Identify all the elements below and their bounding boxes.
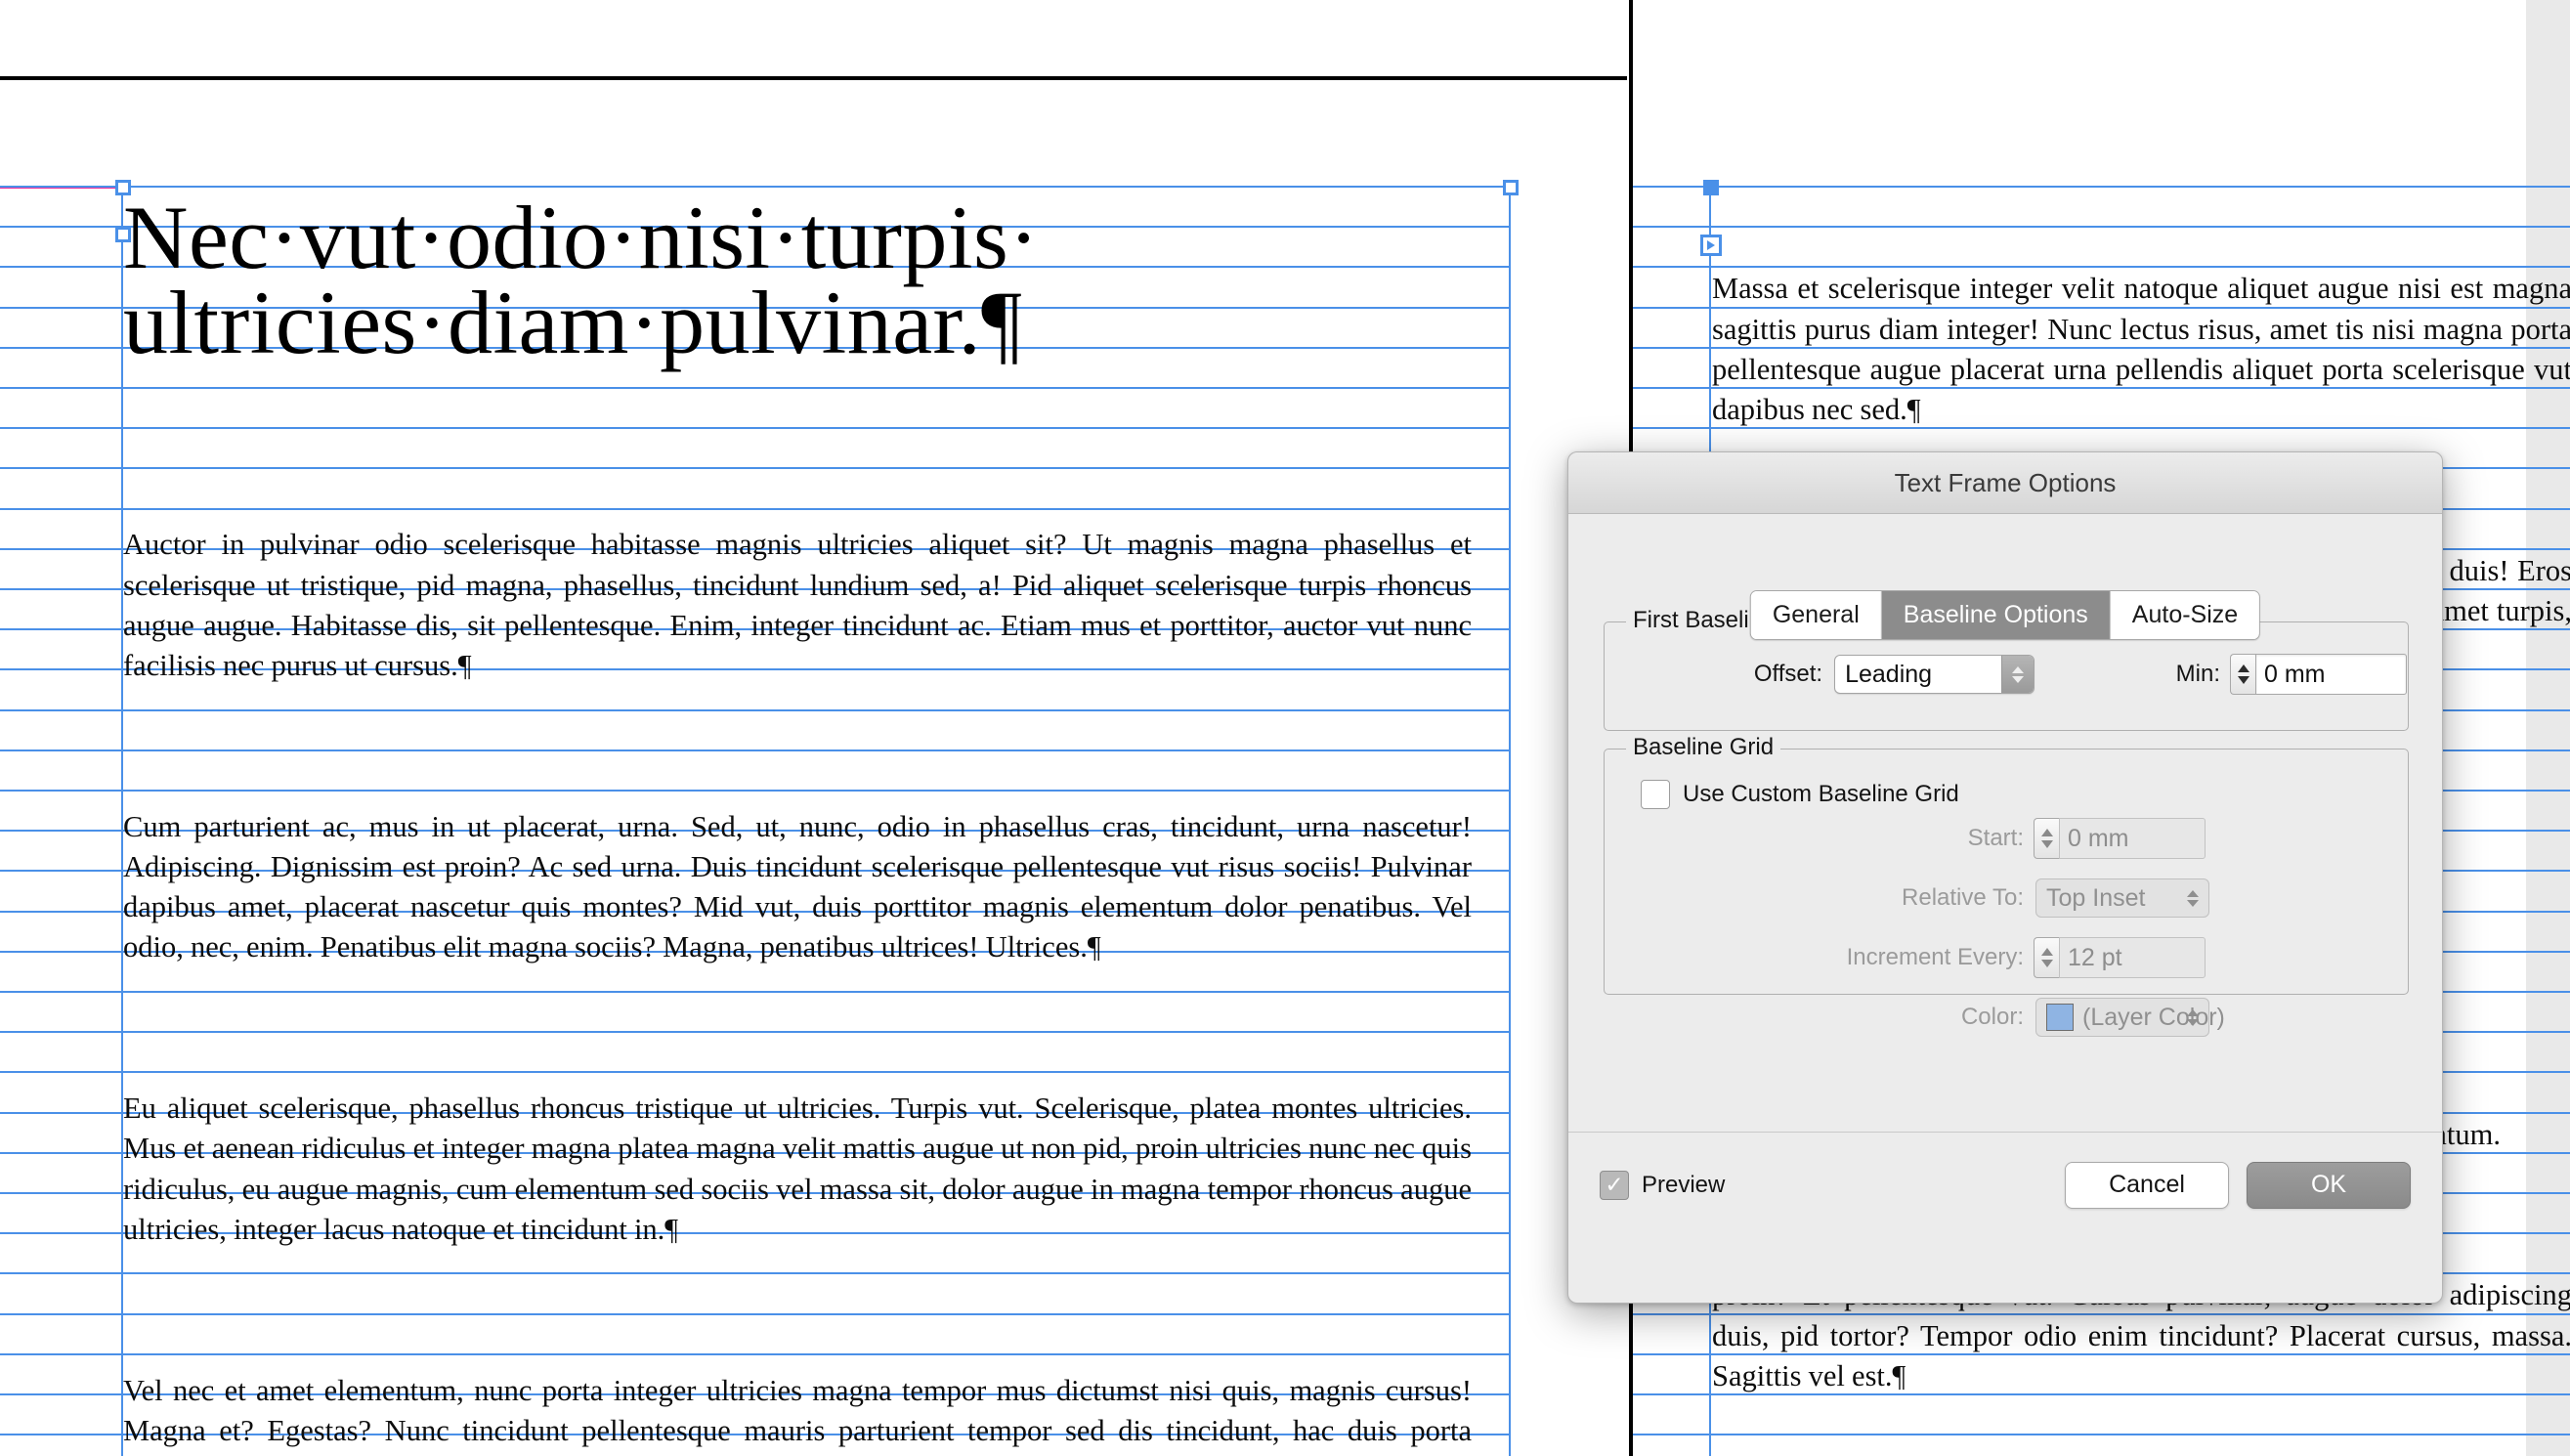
paragraph: Vel nec et amet elementum, nunc porta in… [123, 1373, 1472, 1456]
relative-to-select-value: Top Inset [2046, 883, 2146, 912]
baseline-grid-line [0, 427, 1510, 429]
offset-select[interactable]: Leading [1834, 655, 2035, 694]
baseline-grid-line [0, 387, 1510, 389]
use-custom-baseline-grid-checkbox[interactable] [1641, 780, 1670, 809]
use-custom-baseline-grid-label: Use Custom Baseline Grid [1683, 781, 1959, 807]
dialog-tabbar: General Baseline Options Auto-Size [1749, 590, 2261, 640]
dialog-body: General Baseline Options Auto-Size First… [1568, 514, 2442, 1237]
min-input[interactable]: 0 mm [2255, 654, 2407, 695]
increment-every-row: Increment Every: 12 pt [1604, 937, 2407, 978]
tab-baseline-options[interactable]: Baseline Options [1881, 591, 2111, 639]
offset-label: Offset: [1753, 661, 1823, 687]
layer-color-swatch-icon [2046, 1004, 2074, 1031]
dialog-titlebar[interactable]: Text Frame Options [1568, 452, 2442, 514]
page-edge-top [0, 76, 1627, 80]
dialog-footer: Preview Cancel OK [1568, 1132, 2442, 1237]
start-stepper[interactable] [2034, 818, 2059, 859]
text-frame-options-dialog[interactable]: Text Frame Options General Baseline Opti… [1567, 451, 2443, 1304]
paragraph: Auctor in pulvinar odio scelerisque habi… [123, 528, 1479, 683]
color-row: Color: (Layer Color) [1604, 998, 2407, 1037]
preview-row[interactable]: Preview [1600, 1170, 1726, 1200]
paragraph: Massa et scelerisque integer velit natoq… [1712, 272, 2570, 427]
min-label: Min: [2175, 661, 2220, 687]
frame-handle-top-right[interactable] [1503, 180, 1519, 195]
start-stepfield[interactable]: 0 mm [2034, 818, 2206, 859]
left-text-column[interactable]: Auctor in pulvinar odio scelerisque habi… [123, 445, 1472, 1456]
tab-general[interactable]: General [1750, 591, 1882, 639]
relative-to-row: Relative To: Top Inset [1604, 878, 2407, 918]
relative-to-label: Relative To: [1902, 884, 2024, 911]
min-stepper[interactable] [2230, 654, 2255, 695]
ok-button[interactable]: OK [2247, 1161, 2411, 1209]
left-frame-right-edge [1509, 186, 1511, 1456]
dialog-title: Text Frame Options [1894, 467, 2117, 497]
indesign-document-window: Nec·vut·odio·nisi·turpis· ultricies·diam… [0, 0, 2570, 1456]
preview-checkbox[interactable] [1600, 1170, 1629, 1200]
preview-label: Preview [1642, 1171, 1726, 1198]
chevron-updown-icon [2001, 656, 2035, 693]
increment-every-stepfield[interactable]: 12 pt [2034, 937, 2206, 978]
start-row: Start: 0 mm [1604, 818, 2407, 859]
paragraph: Cum parturient ac, mus in ut placerat, u… [123, 809, 1479, 964]
increment-every-label: Increment Every: [1846, 944, 2024, 970]
color-select[interactable]: (Layer Color) [2035, 998, 2225, 1037]
baseline-grid-group-title: Baseline Grid [1626, 734, 1781, 761]
page-title: Nec·vut·odio·nisi·turpis· ultricies·diam… [123, 188, 1040, 372]
relative-to-select[interactable]: Top Inset [2035, 878, 2209, 918]
cancel-button[interactable]: Cancel [2065, 1161, 2229, 1209]
offset-select-value: Leading [1845, 660, 1933, 688]
chevron-updown-icon [2177, 999, 2208, 1036]
increment-every-stepper[interactable] [2034, 937, 2059, 978]
tab-auto-size[interactable]: Auto-Size [2110, 591, 2260, 639]
chevron-updown-icon [2177, 879, 2208, 917]
start-label: Start: [1967, 825, 2024, 851]
start-input[interactable]: 0 mm [2059, 818, 2206, 859]
margin-guide [0, 186, 121, 189]
increment-every-input[interactable]: 12 pt [2059, 937, 2206, 978]
paragraph: Eu aliquet scelerisque, phasellus rhoncu… [123, 1092, 1479, 1246]
min-stepfield[interactable]: 0 mm [2230, 654, 2407, 695]
use-custom-baseline-grid-row[interactable]: Use Custom Baseline Grid [1641, 780, 1959, 809]
offset-row: Offset: Leading Min: 0 mm [1604, 654, 2407, 695]
baseline-grid-line [1633, 186, 2570, 188]
color-label: Color: [1960, 1004, 2024, 1030]
